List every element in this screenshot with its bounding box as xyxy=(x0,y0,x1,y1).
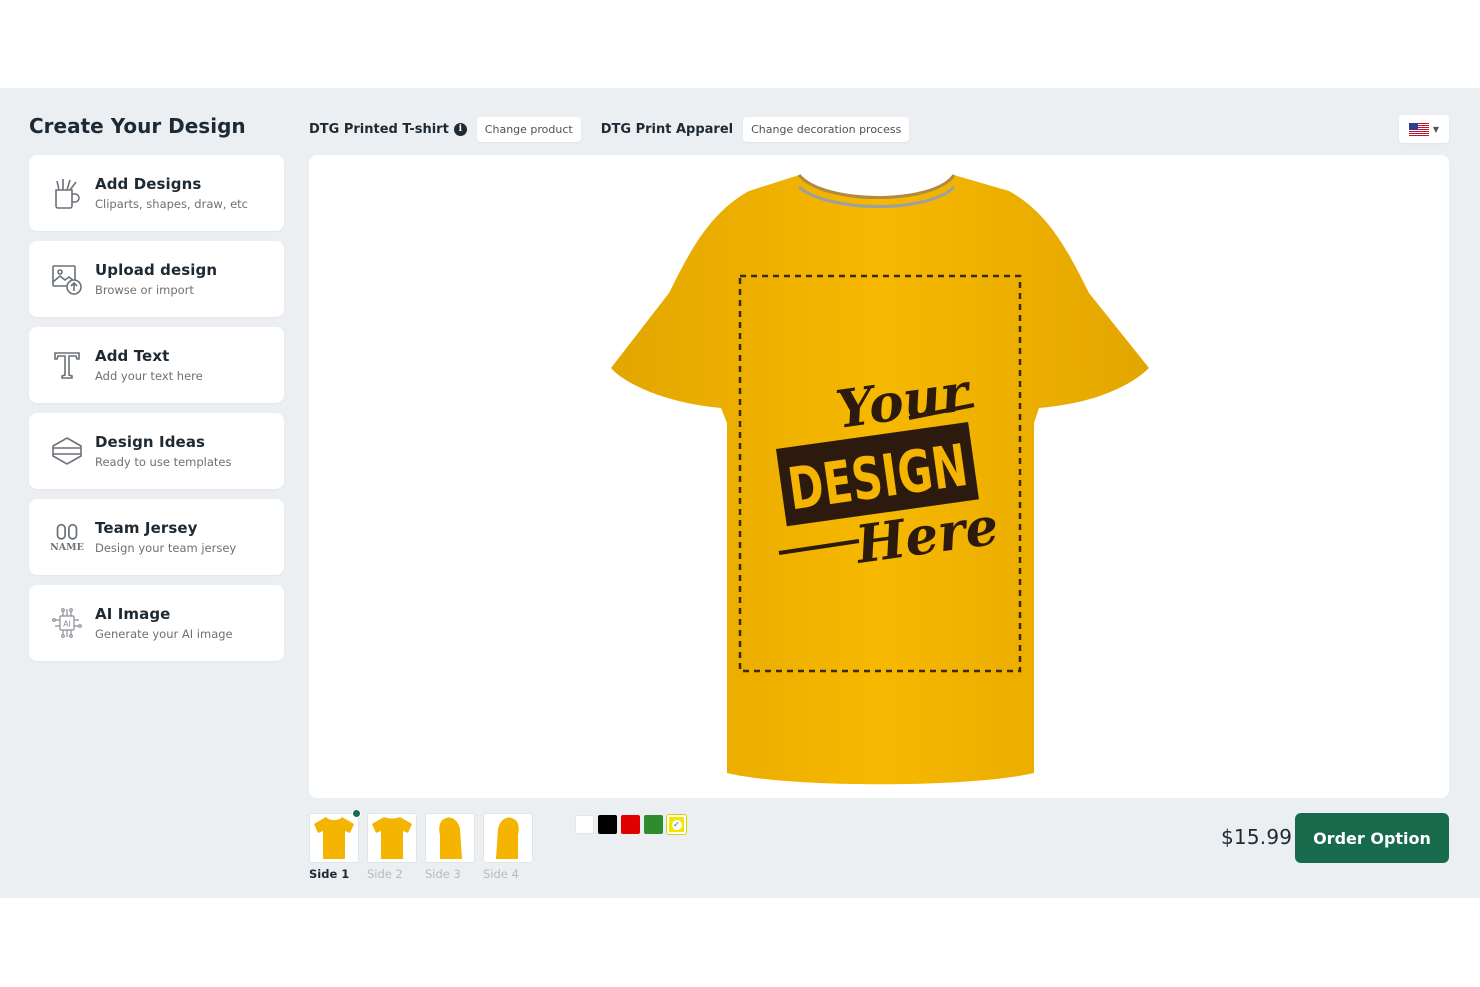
color-swatch-green[interactable] xyxy=(644,815,663,834)
design-ideas-button[interactable]: Design Ideas Ready to use templates xyxy=(29,413,284,489)
side-label: Side 4 xyxy=(483,867,519,881)
side-label: Side 3 xyxy=(425,867,461,881)
side-tab[interactable]: Side 1 xyxy=(309,809,361,881)
info-icon[interactable]: i xyxy=(453,122,467,136)
design-canvas[interactable]: Your DESIGN Here xyxy=(309,155,1449,798)
tshirt-preview[interactable]: Your DESIGN Here xyxy=(609,173,1149,785)
tshirt-back-icon xyxy=(372,817,412,859)
tool-title: Upload design xyxy=(95,261,218,279)
price: $15.99 xyxy=(1221,825,1293,849)
check-icon: ✓ xyxy=(671,819,682,830)
color-swatch-black[interactable] xyxy=(598,815,617,834)
add-designs-button[interactable]: Add Designs Cliparts, shapes, draw, etc xyxy=(29,155,284,231)
tool-title: Team Jersey xyxy=(95,519,198,537)
us-flag-icon xyxy=(1408,122,1429,136)
clipart-cup-icon xyxy=(49,175,85,211)
ai-icon-text: AI xyxy=(63,620,71,629)
ai-image-button[interactable]: AI AI Image Generate your AI image xyxy=(29,585,284,661)
upload-image-icon xyxy=(49,261,85,297)
jersey-number-icon: NAME xyxy=(49,519,85,555)
side-thumbnail xyxy=(367,813,417,863)
design-editor: Create Your Design Add Designs Cliparts,… xyxy=(0,88,1480,898)
templates-icon xyxy=(49,433,85,469)
tshirt-side-icon xyxy=(439,817,462,859)
side-tab[interactable]: Side 2 xyxy=(367,813,417,881)
panel-title: Create Your Design xyxy=(29,114,246,138)
ai-chip-icon: AI xyxy=(49,605,85,641)
upload-design-button[interactable]: Upload design Browse or import xyxy=(29,241,284,317)
side-thumbnail xyxy=(309,813,359,863)
active-indicator xyxy=(352,809,361,818)
color-swatch-white[interactable] xyxy=(575,815,594,834)
side-tab[interactable]: Side 3 xyxy=(425,813,475,881)
side-thumbnail xyxy=(483,813,533,863)
color-swatches: ✓ xyxy=(575,814,690,835)
tool-list: Add Designs Cliparts, shapes, draw, etc … xyxy=(29,155,284,671)
tool-subtitle: Generate your AI image xyxy=(95,627,233,641)
tool-subtitle: Ready to use templates xyxy=(95,455,232,469)
decoration-process-name: DTG Print Apparel xyxy=(600,121,734,137)
tshirt-front-icon xyxy=(314,817,354,859)
order-option-button[interactable]: Order Option xyxy=(1295,813,1449,863)
color-swatch-red[interactable] xyxy=(621,815,640,834)
tool-title: Add Designs xyxy=(95,175,202,193)
team-jersey-button[interactable]: NAME Team Jersey Design your team jersey xyxy=(29,499,284,575)
tool-title: Design Ideas xyxy=(95,433,206,451)
side-label: Side 2 xyxy=(367,867,403,881)
color-swatch-yellow[interactable]: ✓ xyxy=(666,814,687,835)
tool-subtitle: Design your team jersey xyxy=(95,541,237,555)
change-process-button[interactable]: Change decoration process xyxy=(743,116,910,142)
jersey-icon-text: NAME xyxy=(50,542,84,553)
text-icon xyxy=(49,347,85,383)
tool-subtitle: Browse or import xyxy=(95,283,194,297)
product-bar: DTG Printed T-shirt i Change product DTG… xyxy=(309,114,910,144)
add-text-button[interactable]: Add Text Add your text here xyxy=(29,327,284,403)
tool-title: Add Text xyxy=(95,347,170,365)
side-thumbnail xyxy=(425,813,475,863)
change-product-button[interactable]: Change product xyxy=(476,116,581,142)
product-name: DTG Printed T-shirt xyxy=(309,121,449,137)
tool-subtitle: Add your text here xyxy=(95,369,203,383)
side-label: Side 1 xyxy=(309,867,350,881)
language-selector[interactable]: ▼ xyxy=(1399,115,1449,143)
tool-title: AI Image xyxy=(95,605,171,623)
chevron-down-icon: ▼ xyxy=(1432,124,1440,134)
side-selector: Side 1 Side 2 Side 3 Side 4 xyxy=(309,809,541,881)
side-tab[interactable]: Side 4 xyxy=(483,813,533,881)
tool-subtitle: Cliparts, shapes, draw, etc xyxy=(95,197,249,211)
tshirt-side-icon xyxy=(496,817,519,859)
